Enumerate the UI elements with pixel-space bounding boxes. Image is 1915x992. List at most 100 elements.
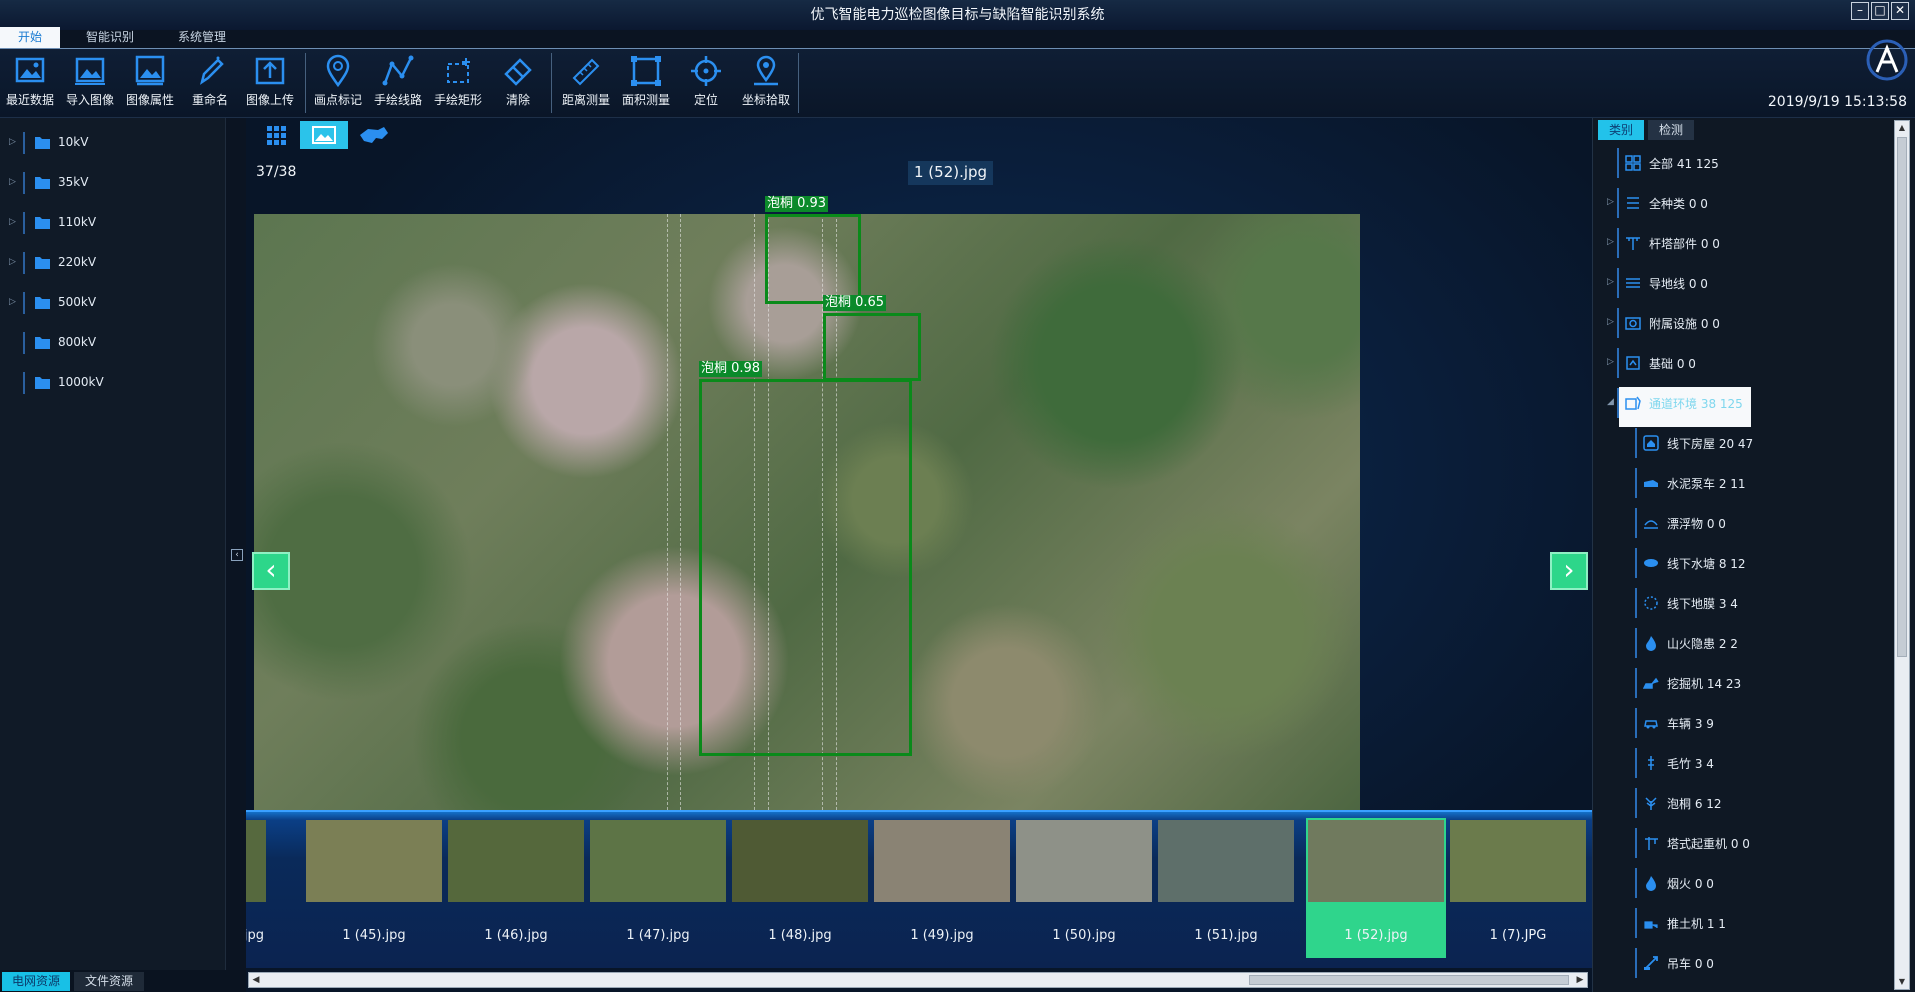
area-measure-button[interactable]: 面积测量 (616, 51, 676, 109)
coordinate-pick-button[interactable]: 坐标拾取 (736, 51, 796, 109)
collapse-panel-button[interactable]: ‹ (231, 549, 243, 561)
tab-detection[interactable]: 检测 (1648, 120, 1694, 140)
thumbnail[interactable]: 1 (49).jpg (872, 818, 1012, 958)
expand-arrow-icon[interactable]: ▷ (9, 137, 16, 147)
tab-grid-resources[interactable]: 电网资源 (2, 972, 70, 991)
window-title: 优飞智能电力巡检图像目标与缺陷智能识别系统 (810, 7, 1105, 23)
toolbar: 最近数据 导入图像 图像属性 重命名 图像上传 画点标记 手绘线路 手绘矩形 清… (0, 49, 1915, 118)
thumbnail[interactable]: 1 (47).jpg (588, 818, 728, 958)
locate-button[interactable]: 定位 (676, 51, 736, 109)
collapse-arrow-icon[interactable]: ◢ (1607, 397, 1614, 407)
tree-line (1635, 668, 1637, 698)
category-item[interactable]: 线下地膜 3 4 (1593, 588, 1893, 618)
point-mark-button[interactable]: 画点标记 (308, 51, 368, 109)
recent-data-button[interactable]: 最近数据 (0, 51, 60, 109)
vertical-scrollbar[interactable]: ▲ ▼ (1894, 120, 1910, 990)
distance-measure-button[interactable]: 距离测量 (556, 51, 616, 109)
category-item[interactable]: 推土机 1 1 (1593, 908, 1893, 938)
scroll-left-icon[interactable]: ◀ (249, 973, 263, 987)
tab-system-management[interactable]: 系统管理 (160, 27, 244, 48)
detection-box[interactable] (765, 214, 861, 304)
scrollbar-thumb[interactable] (1249, 975, 1569, 985)
category-item[interactable]: ▷ 基础 0 0 (1593, 348, 1893, 378)
maximize-button[interactable]: □ (1871, 2, 1889, 20)
map-view-button[interactable] (350, 121, 398, 149)
category-item[interactable]: ▷ 全种类 0 0 (1593, 188, 1893, 218)
tree-line (1617, 228, 1619, 258)
draw-rectangle-button[interactable]: 手绘矩形 (428, 51, 488, 109)
thumbnail-image (1016, 820, 1152, 902)
expand-arrow-icon[interactable]: ▷ (9, 217, 16, 227)
category-item[interactable]: ▷ 杆塔部件 0 0 (1593, 228, 1893, 258)
thumbnail[interactable]: 1 (45).jpg (304, 818, 444, 958)
thumbnail[interactable]: 1 (51).jpg (1156, 818, 1296, 958)
bulldozer-icon (1644, 921, 1658, 929)
detection-box[interactable] (823, 313, 921, 381)
category-item[interactable]: 吊车 0 0 (1593, 948, 1893, 978)
rename-button[interactable]: 重命名 (180, 51, 240, 109)
tree-item-1000kv[interactable]: 1000kV (0, 372, 226, 394)
category-item[interactable]: 漂浮物 0 0 (1593, 508, 1893, 538)
category-item[interactable]: 车辆 3 9 (1593, 708, 1893, 738)
category-item[interactable]: 全部 41 125 (1593, 148, 1893, 178)
category-label: 杆塔部件 0 0 (1649, 237, 1720, 251)
tab-start[interactable]: 开始 (0, 27, 60, 48)
close-button[interactable]: ✕ (1891, 2, 1909, 20)
image-properties-button[interactable]: 图像属性 (120, 51, 180, 109)
category-item[interactable]: ◢ 通道环境 38 125 (1593, 387, 1893, 427)
expand-arrow-icon[interactable]: ▷ (9, 257, 16, 267)
thumbnail[interactable]: 1 (7).JPG (1448, 818, 1588, 958)
expand-arrow-icon[interactable]: ▷ (9, 297, 16, 307)
clear-button[interactable]: 清除 (488, 51, 548, 109)
draw-line-button[interactable]: 手绘线路 (368, 51, 428, 109)
scrollbar-thumb[interactable] (1897, 137, 1907, 657)
category-item[interactable]: ▷ 附属设施 0 0 (1593, 308, 1893, 338)
thumbnail[interactable]: 1 (50).jpg (1014, 818, 1154, 958)
image-view-button[interactable] (300, 121, 348, 149)
thumbnail[interactable]: 1 (48).jpg (730, 818, 870, 958)
tree-item-35kv[interactable]: ▷ 35kV (0, 172, 226, 194)
category-item[interactable]: 挖掘机 14 23 (1593, 668, 1893, 698)
category-item[interactable]: 塔式起重机 0 0 (1593, 828, 1893, 858)
next-image-button[interactable]: › (1550, 552, 1588, 590)
scroll-down-icon[interactable]: ▼ (1895, 975, 1909, 989)
tree-item-800kv[interactable]: 800kV (0, 332, 226, 354)
minimize-button[interactable]: – (1851, 2, 1869, 20)
horizontal-scrollbar[interactable]: ◀ ▶ (248, 972, 1588, 988)
tab-smart-recognition[interactable]: 智能识别 (70, 27, 150, 48)
scroll-right-icon[interactable]: ▶ (1573, 973, 1587, 987)
tree-item-220kv[interactable]: ▷ 220kV (0, 252, 226, 274)
tree-item-500kv[interactable]: ▷ 500kV (0, 292, 226, 314)
expand-arrow-icon[interactable]: ▷ (1607, 197, 1614, 207)
category-item[interactable]: 山火隐患 2 2 (1593, 628, 1893, 658)
tab-category[interactable]: 类别 (1598, 120, 1644, 140)
category-item[interactable]: 水泥泵车 2 11 (1593, 468, 1893, 498)
expand-arrow-icon[interactable]: ▷ (1607, 237, 1614, 247)
expand-arrow-icon[interactable]: ▷ (1607, 357, 1614, 367)
thumbnail-image (732, 820, 868, 902)
category-label: 全种类 0 0 (1649, 197, 1708, 211)
expand-arrow-icon[interactable]: ▷ (1607, 277, 1614, 287)
category-item[interactable]: 烟火 0 0 (1593, 868, 1893, 898)
category-item[interactable]: 线下房屋 20 47 (1593, 428, 1893, 458)
grid-view-button[interactable] (252, 121, 300, 149)
tree-item-110kv[interactable]: ▷ 110kV (0, 212, 226, 234)
previous-image-button[interactable]: ‹ (252, 552, 290, 590)
tree-item-10kv[interactable]: ▷ 10kV (0, 132, 226, 154)
detection-box[interactable] (699, 379, 912, 756)
tree-line (23, 132, 25, 154)
category-item[interactable]: ▷ 导地线 0 0 (1593, 268, 1893, 298)
category-item[interactable]: 毛竹 3 4 (1593, 748, 1893, 778)
import-image-button[interactable]: 导入图像 (60, 51, 120, 109)
expand-arrow-icon[interactable]: ▷ (1607, 317, 1614, 327)
category-item[interactable]: 泡桐 6 12 (1593, 788, 1893, 818)
thumbnail-partial[interactable]: jpg (246, 818, 268, 958)
expand-arrow-icon[interactable]: ▷ (9, 177, 16, 187)
thumbnail[interactable]: 1 (46).jpg (446, 818, 586, 958)
thumbnail-selected[interactable]: 1 (52).jpg (1306, 818, 1446, 958)
category-item[interactable]: 线下水塘 8 12 (1593, 548, 1893, 578)
image-upload-button[interactable]: 图像上传 (240, 51, 300, 109)
scroll-up-icon[interactable]: ▲ (1895, 121, 1909, 135)
tab-file-resources[interactable]: 文件资源 (74, 972, 144, 991)
tree-line (1635, 588, 1637, 618)
